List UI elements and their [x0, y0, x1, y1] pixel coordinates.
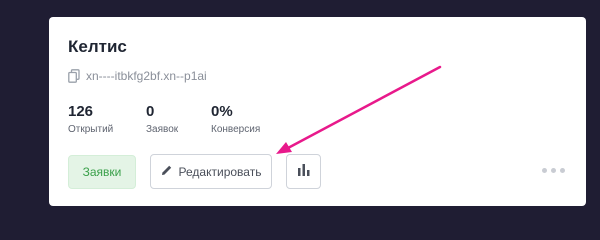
stats-row: 126 Открытий 0 Заявок 0% Конверсия: [68, 103, 291, 137]
dot: [551, 168, 556, 173]
site-title: Келтис: [68, 37, 127, 56]
edit-button[interactable]: Редактировать: [150, 154, 272, 189]
stat-label: Открытий: [68, 124, 114, 135]
stat-opens: 126 Открытий: [68, 103, 146, 137]
edit-button-label: Редактировать: [178, 164, 262, 179]
site-domain: xn----itbkfg2bf.xn--p1ai: [68, 69, 207, 83]
stat-label: Заявок: [146, 124, 179, 135]
bar-chart-icon: [297, 163, 311, 181]
stat-conversion: 0% Конверсия: [211, 103, 291, 137]
pencil-icon: [161, 164, 173, 179]
domain-text[interactable]: xn----itbkfg2bf.xn--p1ai: [86, 69, 207, 83]
dot: [560, 168, 565, 173]
stat-requests: 0 Заявок: [146, 103, 211, 137]
more-dots-icon[interactable]: [542, 168, 565, 173]
statistics-button[interactable]: [286, 154, 321, 189]
stat-value: 126: [68, 103, 94, 120]
stat-value: 0%: [211, 103, 233, 120]
dot: [542, 168, 547, 173]
requests-button[interactable]: Заявки: [68, 155, 136, 189]
stat-value: 0: [146, 103, 155, 120]
copy-icon[interactable]: [68, 69, 80, 83]
stat-label: Конверсия: [211, 124, 261, 135]
site-card: Келтис xn----itbkfg2bf.xn--p1ai 126 Откр…: [49, 17, 586, 206]
requests-button-label: Заявки: [82, 165, 122, 179]
